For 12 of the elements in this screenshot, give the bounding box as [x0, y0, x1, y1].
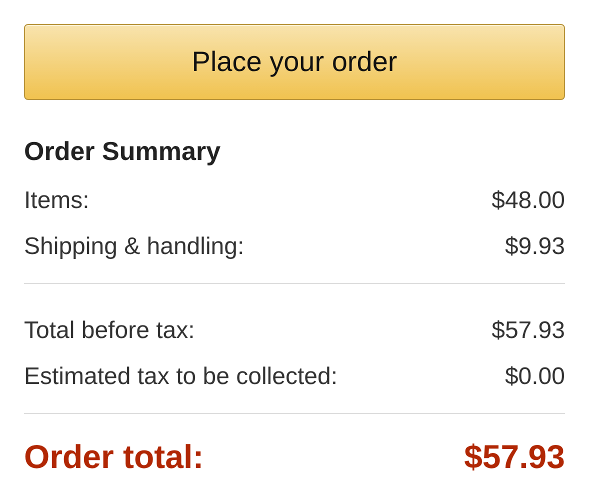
- line-label: Items:: [24, 186, 90, 216]
- order-total-amount: $57.93: [464, 437, 565, 477]
- line-amount: $9.93: [504, 232, 565, 262]
- line-amount: $57.93: [492, 316, 565, 346]
- line-amount: $48.00: [492, 186, 565, 216]
- line-amount: $0.00: [504, 362, 565, 392]
- place-order-button[interactable]: Place your order: [24, 24, 565, 100]
- order-total-label: Order total:: [24, 437, 204, 477]
- summary-title: Order Summary: [24, 136, 222, 167]
- line-label: Shipping & handling:: [24, 232, 244, 262]
- line-label: Total before tax:: [24, 316, 195, 346]
- line-label: Estimated tax to be collected:: [24, 362, 338, 392]
